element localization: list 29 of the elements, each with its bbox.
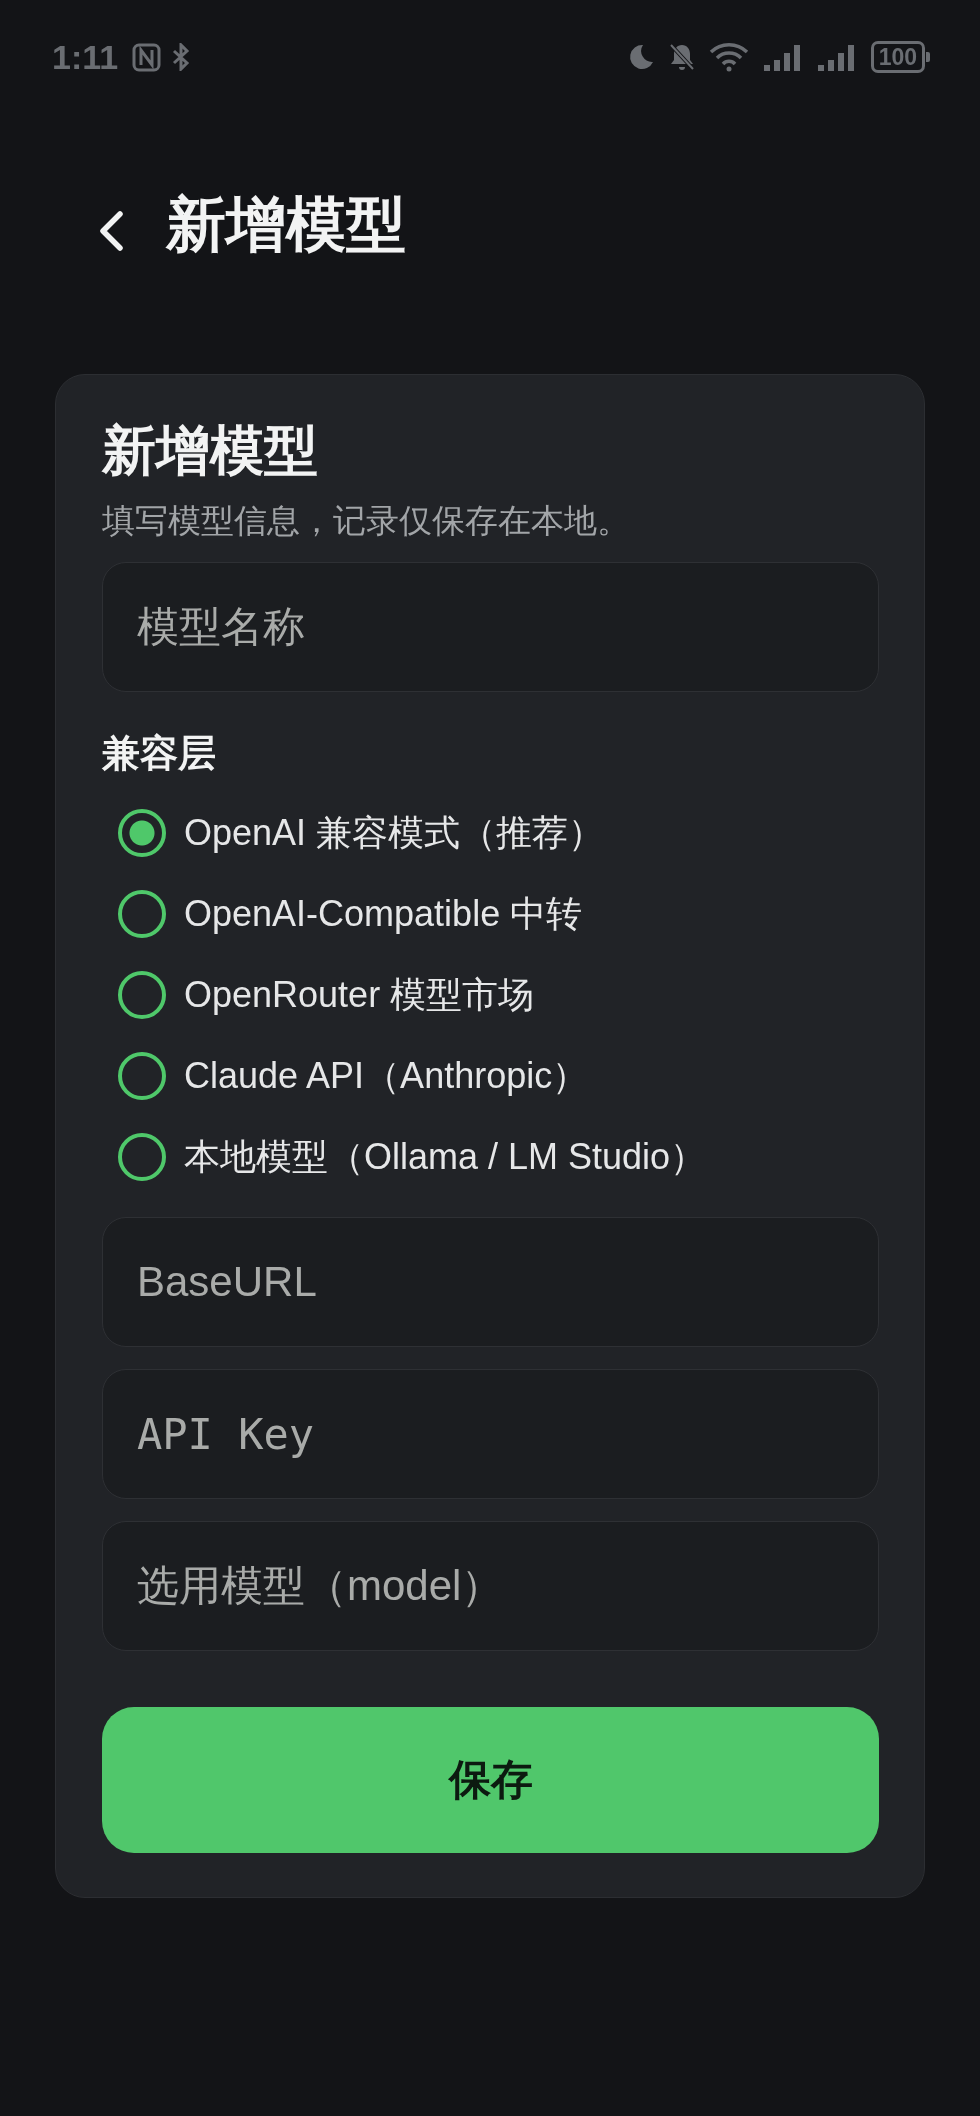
input-field[interactable]: 模型名称 — [102, 562, 879, 692]
page-title: 新增模型 — [166, 190, 406, 260]
signal-icon — [816, 43, 857, 71]
save-button[interactable]: 保存 — [102, 1707, 879, 1853]
battery-indicator: 100 — [870, 41, 930, 73]
radio-button[interactable] — [118, 808, 166, 857]
radio-label[interactable]: OpenAI 兼容模式（推荐） — [184, 810, 605, 855]
clock-time: 1:11 — [52, 39, 119, 75]
radio-button[interactable] — [118, 889, 166, 938]
card-subtitle: 填写模型信息，记录仅保存在本地。 — [102, 501, 631, 541]
card-title: 新增模型 — [102, 419, 319, 482]
input-field[interactable]: API Key — [102, 1369, 879, 1499]
radio-label[interactable]: OpenRouter 模型市场 — [184, 972, 535, 1017]
bluetooth-icon — [171, 43, 192, 71]
radio-label[interactable]: OpenAI-Compatible 中转 — [184, 891, 583, 936]
chevron-left-icon — [98, 211, 124, 251]
radio-button[interactable] — [118, 1051, 166, 1100]
wifi-icon — [708, 42, 749, 72]
back-button[interactable] — [98, 211, 124, 251]
signal-icon — [762, 43, 803, 71]
radio-button[interactable] — [118, 970, 166, 1019]
nfc-icon — [132, 42, 162, 72]
radio-label[interactable]: 本地模型（Ollama / LM Studio） — [184, 1134, 707, 1179]
bell-off-icon — [668, 42, 695, 72]
input-field[interactable]: 选用模型（model） — [102, 1521, 879, 1651]
radio-button[interactable] — [118, 1132, 166, 1181]
input-field[interactable]: BaseURL — [102, 1217, 879, 1347]
radio-label[interactable]: Claude API（Anthropic） — [184, 1053, 589, 1098]
section-label: 兼容层 — [102, 731, 217, 776]
